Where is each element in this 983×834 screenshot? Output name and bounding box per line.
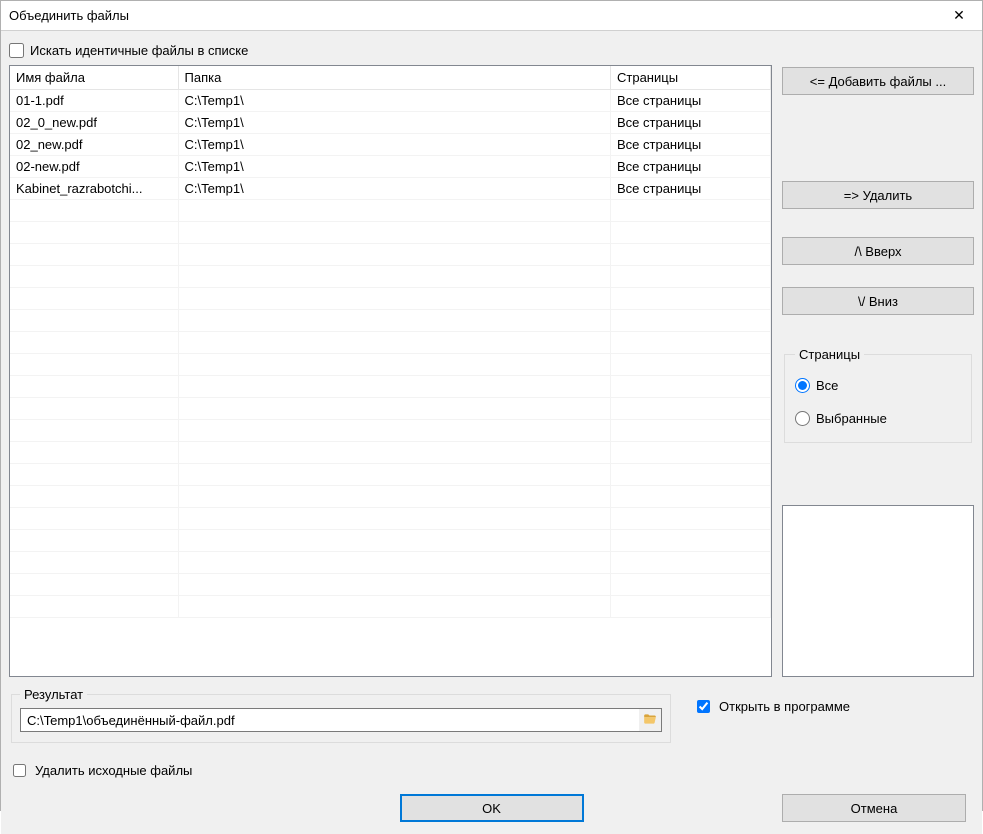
- cell-filename: Kabinet_razrabotchi...: [10, 178, 178, 200]
- table-row-empty: [10, 596, 771, 618]
- pages-selected-label: Выбранные: [816, 411, 887, 426]
- dialog-body: Искать идентичные файлы в списке Имя фай…: [1, 31, 982, 834]
- preview-box: [782, 505, 974, 677]
- cell-filename: 02-new.pdf: [10, 156, 178, 178]
- result-legend: Результат: [20, 687, 87, 702]
- move-up-button[interactable]: /\ Вверх: [782, 237, 974, 265]
- table-row-empty: [10, 508, 771, 530]
- add-files-button[interactable]: <= Добавить файлы ...: [782, 67, 974, 95]
- ok-button[interactable]: OK: [400, 794, 584, 822]
- table-row[interactable]: 01-1.pdfC:\Temp1\Все страницы: [10, 90, 771, 112]
- table-row-empty: [10, 222, 771, 244]
- open-in-program-input[interactable]: [697, 700, 710, 713]
- delete-source-label: Удалить исходные файлы: [35, 763, 192, 778]
- delete-source-input[interactable]: [13, 764, 26, 777]
- cell-pages: Все страницы: [611, 156, 771, 178]
- col-folder[interactable]: Папка: [178, 66, 611, 90]
- table-row[interactable]: 02_0_new.pdfC:\Temp1\Все страницы: [10, 112, 771, 134]
- pages-group: Страницы Все Выбранные: [784, 347, 972, 443]
- search-identical-checkbox[interactable]: Искать идентичные файлы в списке: [9, 39, 772, 61]
- table-row-empty: [10, 486, 771, 508]
- table-row-empty: [10, 530, 771, 552]
- close-button[interactable]: ✕: [944, 1, 974, 31]
- pages-legend: Страницы: [795, 347, 864, 362]
- open-in-program-checkbox[interactable]: Открыть в программе: [693, 697, 850, 716]
- cancel-button[interactable]: Отмена: [782, 794, 966, 822]
- search-identical-label: Искать идентичные файлы в списке: [30, 43, 248, 58]
- cell-folder: C:\Temp1\: [178, 90, 611, 112]
- table-row-empty: [10, 310, 771, 332]
- cell-folder: C:\Temp1\: [178, 178, 611, 200]
- table-row-empty: [10, 464, 771, 486]
- remove-button[interactable]: => Удалить: [782, 181, 974, 209]
- pages-all-input[interactable]: [795, 378, 810, 393]
- cell-filename: 02_0_new.pdf: [10, 112, 178, 134]
- pages-selected-radio[interactable]: Выбранные: [795, 411, 961, 426]
- move-down-button[interactable]: \/ Вниз: [782, 287, 974, 315]
- col-filename[interactable]: Имя файла: [10, 66, 178, 90]
- browse-button[interactable]: [639, 709, 661, 731]
- cell-pages: Все страницы: [611, 90, 771, 112]
- table-row-empty: [10, 398, 771, 420]
- result-path-input[interactable]: [20, 708, 662, 732]
- cell-pages: Все страницы: [611, 112, 771, 134]
- table-row-empty: [10, 442, 771, 464]
- cell-filename: 02_new.pdf: [10, 134, 178, 156]
- table-row-empty: [10, 574, 771, 596]
- table-row-empty: [10, 552, 771, 574]
- pages-all-label: Все: [816, 378, 838, 393]
- files-table-container: Имя файла Папка Страницы 01-1.pdfC:\Temp…: [9, 65, 772, 677]
- table-row[interactable]: 02_new.pdfC:\Temp1\Все страницы: [10, 134, 771, 156]
- table-row-empty: [10, 244, 771, 266]
- merge-files-dialog: Объединить файлы ✕ Искать идентичные фай…: [0, 0, 983, 811]
- result-group: Результат: [11, 687, 671, 743]
- table-row[interactable]: 02-new.pdfC:\Temp1\Все страницы: [10, 156, 771, 178]
- table-row-empty: [10, 376, 771, 398]
- titlebar: Объединить файлы ✕: [1, 1, 982, 31]
- table-row-empty: [10, 332, 771, 354]
- pages-selected-input[interactable]: [795, 411, 810, 426]
- open-in-program-label: Открыть в программе: [719, 699, 850, 714]
- folder-open-icon: [643, 712, 657, 729]
- table-row-empty: [10, 420, 771, 442]
- cell-folder: C:\Temp1\: [178, 112, 611, 134]
- pages-all-radio[interactable]: Все: [795, 378, 961, 393]
- files-table: Имя файла Папка Страницы 01-1.pdfC:\Temp…: [10, 66, 771, 618]
- cell-filename: 01-1.pdf: [10, 90, 178, 112]
- cell-folder: C:\Temp1\: [178, 156, 611, 178]
- table-row-empty: [10, 266, 771, 288]
- table-row-empty: [10, 354, 771, 376]
- close-icon: ✕: [953, 7, 965, 24]
- table-row-empty: [10, 200, 771, 222]
- delete-source-checkbox[interactable]: Удалить исходные файлы: [9, 761, 974, 780]
- cell-pages: Все страницы: [611, 134, 771, 156]
- table-row[interactable]: Kabinet_razrabotchi...C:\Temp1\Все стран…: [10, 178, 771, 200]
- cell-folder: C:\Temp1\: [178, 134, 611, 156]
- search-identical-input[interactable]: [9, 43, 24, 58]
- table-row-empty: [10, 288, 771, 310]
- window-title: Объединить файлы: [9, 8, 129, 23]
- col-pages[interactable]: Страницы: [611, 66, 771, 90]
- bottom-bar: OK Отмена: [9, 790, 974, 830]
- cell-pages: Все страницы: [611, 178, 771, 200]
